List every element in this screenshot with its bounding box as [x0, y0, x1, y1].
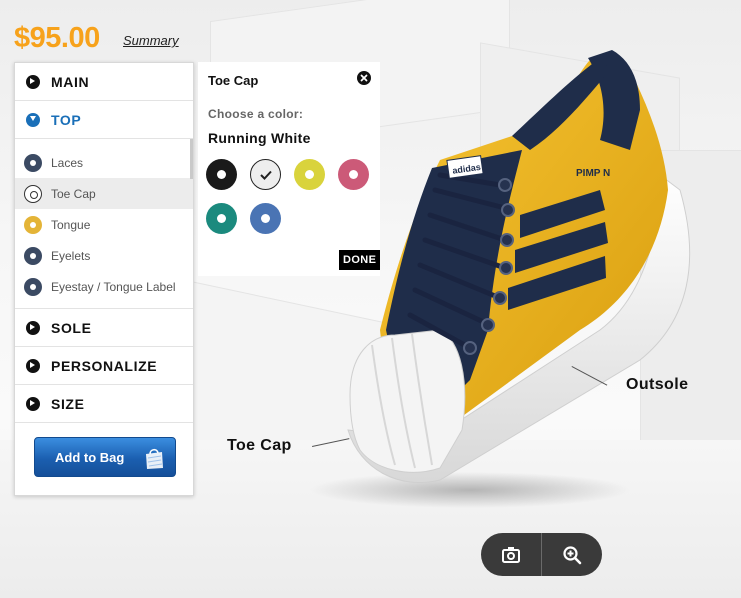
add-to-bag-label: Add to Bag [55, 449, 125, 465]
color-swatch-teal[interactable] [206, 203, 237, 234]
color-dot-icon [24, 215, 42, 234]
part-eyelets[interactable]: Eyelets [15, 240, 193, 271]
nav-main-label: MAIN [51, 73, 90, 90]
nav-size-label: SIZE [51, 395, 85, 412]
done-button[interactable]: DONE [339, 250, 381, 270]
color-swatch-pink[interactable] [338, 159, 369, 190]
part-tongue[interactable]: Tongue [15, 209, 193, 240]
color-dot-icon [24, 277, 42, 296]
shoe-custom-text: PIMP N [576, 168, 610, 179]
nav-personalize[interactable]: PERSONALIZE [15, 347, 193, 385]
zoom-in-icon [563, 545, 582, 564]
part-toe-cap[interactable]: Toe Cap [15, 178, 193, 209]
view-controls [481, 533, 602, 576]
shopping-bag-icon [146, 448, 163, 469]
part-eyestay-tongue-label[interactable]: Eyestay / Tongue Label [15, 271, 193, 302]
part-label: Toe Cap [51, 186, 96, 201]
chevron-down-icon [26, 112, 40, 127]
color-swatch-running-white[interactable] [250, 159, 281, 190]
selected-color-name: Running White [208, 130, 311, 146]
nav-personalize-label: PERSONALIZE [51, 357, 158, 374]
scrollbar-thumb[interactable] [190, 139, 193, 179]
summary-link[interactable]: Summary [123, 33, 179, 48]
color-swatch-yellow[interactable] [294, 159, 325, 190]
add-to-bag-button[interactable]: Add to Bag [34, 437, 176, 477]
nav-sole-label: SOLE [51, 319, 92, 336]
callout-toe-cap: Toe Cap [227, 437, 292, 454]
nav-top[interactable]: TOP [15, 101, 193, 139]
part-label: Tongue [51, 217, 91, 232]
choose-color-label: Choose a color: [208, 107, 304, 121]
nav-size[interactable]: SIZE [15, 385, 193, 423]
part-label: Eyestay / Tongue Label [51, 279, 176, 294]
customize-panel: MAIN TOP Laces Toe Cap Tongue Eyelets Ey… [14, 62, 194, 496]
price-label: $95.00 [14, 22, 100, 54]
nav-sole[interactable]: SOLE [15, 309, 193, 347]
color-chooser-panel: Toe Cap Choose a color: Running White DO… [198, 62, 381, 276]
shoe-toe-cap[interactable] [349, 329, 466, 473]
chevron-right-icon [26, 74, 40, 89]
callout-outsole: Outsole [626, 376, 689, 393]
close-icon[interactable] [357, 71, 371, 85]
chevron-right-icon [26, 396, 40, 411]
color-panel-title: Toe Cap [208, 73, 259, 88]
snapshot-button[interactable] [481, 533, 541, 576]
color-dot-icon [24, 184, 42, 203]
top-parts-list: Laces Toe Cap Tongue Eyelets Eyestay / T… [15, 139, 193, 309]
chevron-right-icon [26, 358, 40, 373]
chevron-right-icon [26, 320, 40, 335]
part-label: Laces [51, 155, 84, 170]
part-laces[interactable]: Laces [15, 147, 193, 178]
shoe-shadow [310, 472, 630, 508]
part-label: Eyelets [51, 248, 91, 263]
color-swatch-blue[interactable] [250, 203, 281, 234]
nav-top-label: TOP [51, 111, 82, 128]
nav-main[interactable]: MAIN [15, 63, 193, 101]
checkmark-icon [260, 170, 272, 180]
color-dot-icon [24, 246, 42, 265]
zoom-button[interactable] [542, 533, 602, 576]
color-dot-icon [24, 153, 42, 172]
camera-icon [502, 546, 520, 563]
color-swatch-black[interactable] [206, 159, 237, 190]
